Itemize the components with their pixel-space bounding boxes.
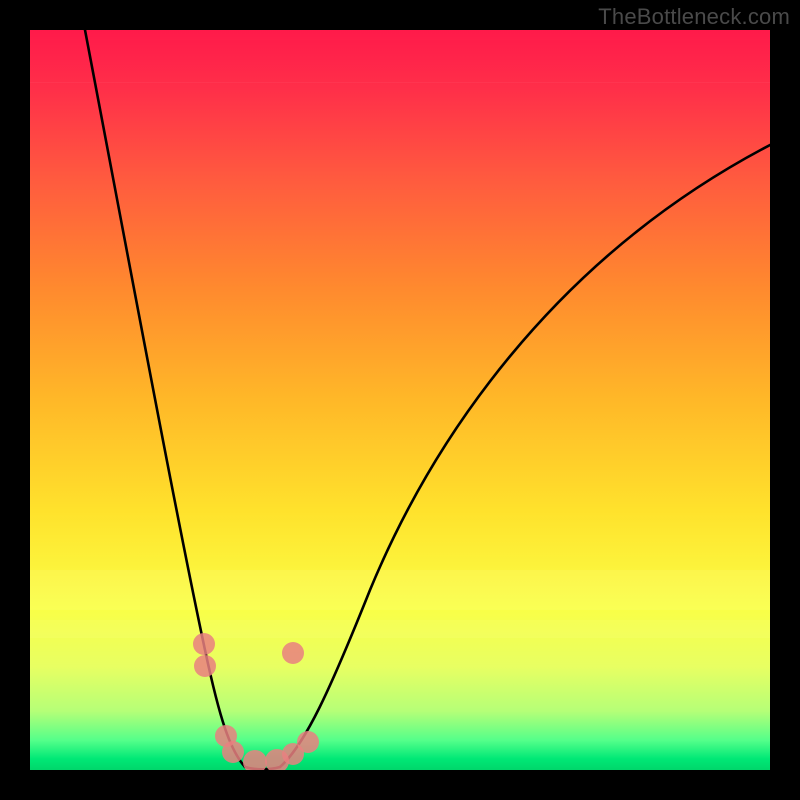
curve-right <box>280 145 770 767</box>
chart-frame: TheBottleneck.com <box>0 0 800 800</box>
bottleneck-curves <box>30 30 770 770</box>
curve-left <box>85 30 245 767</box>
watermark-text: TheBottleneck.com <box>598 4 790 30</box>
data-markers <box>193 633 319 770</box>
